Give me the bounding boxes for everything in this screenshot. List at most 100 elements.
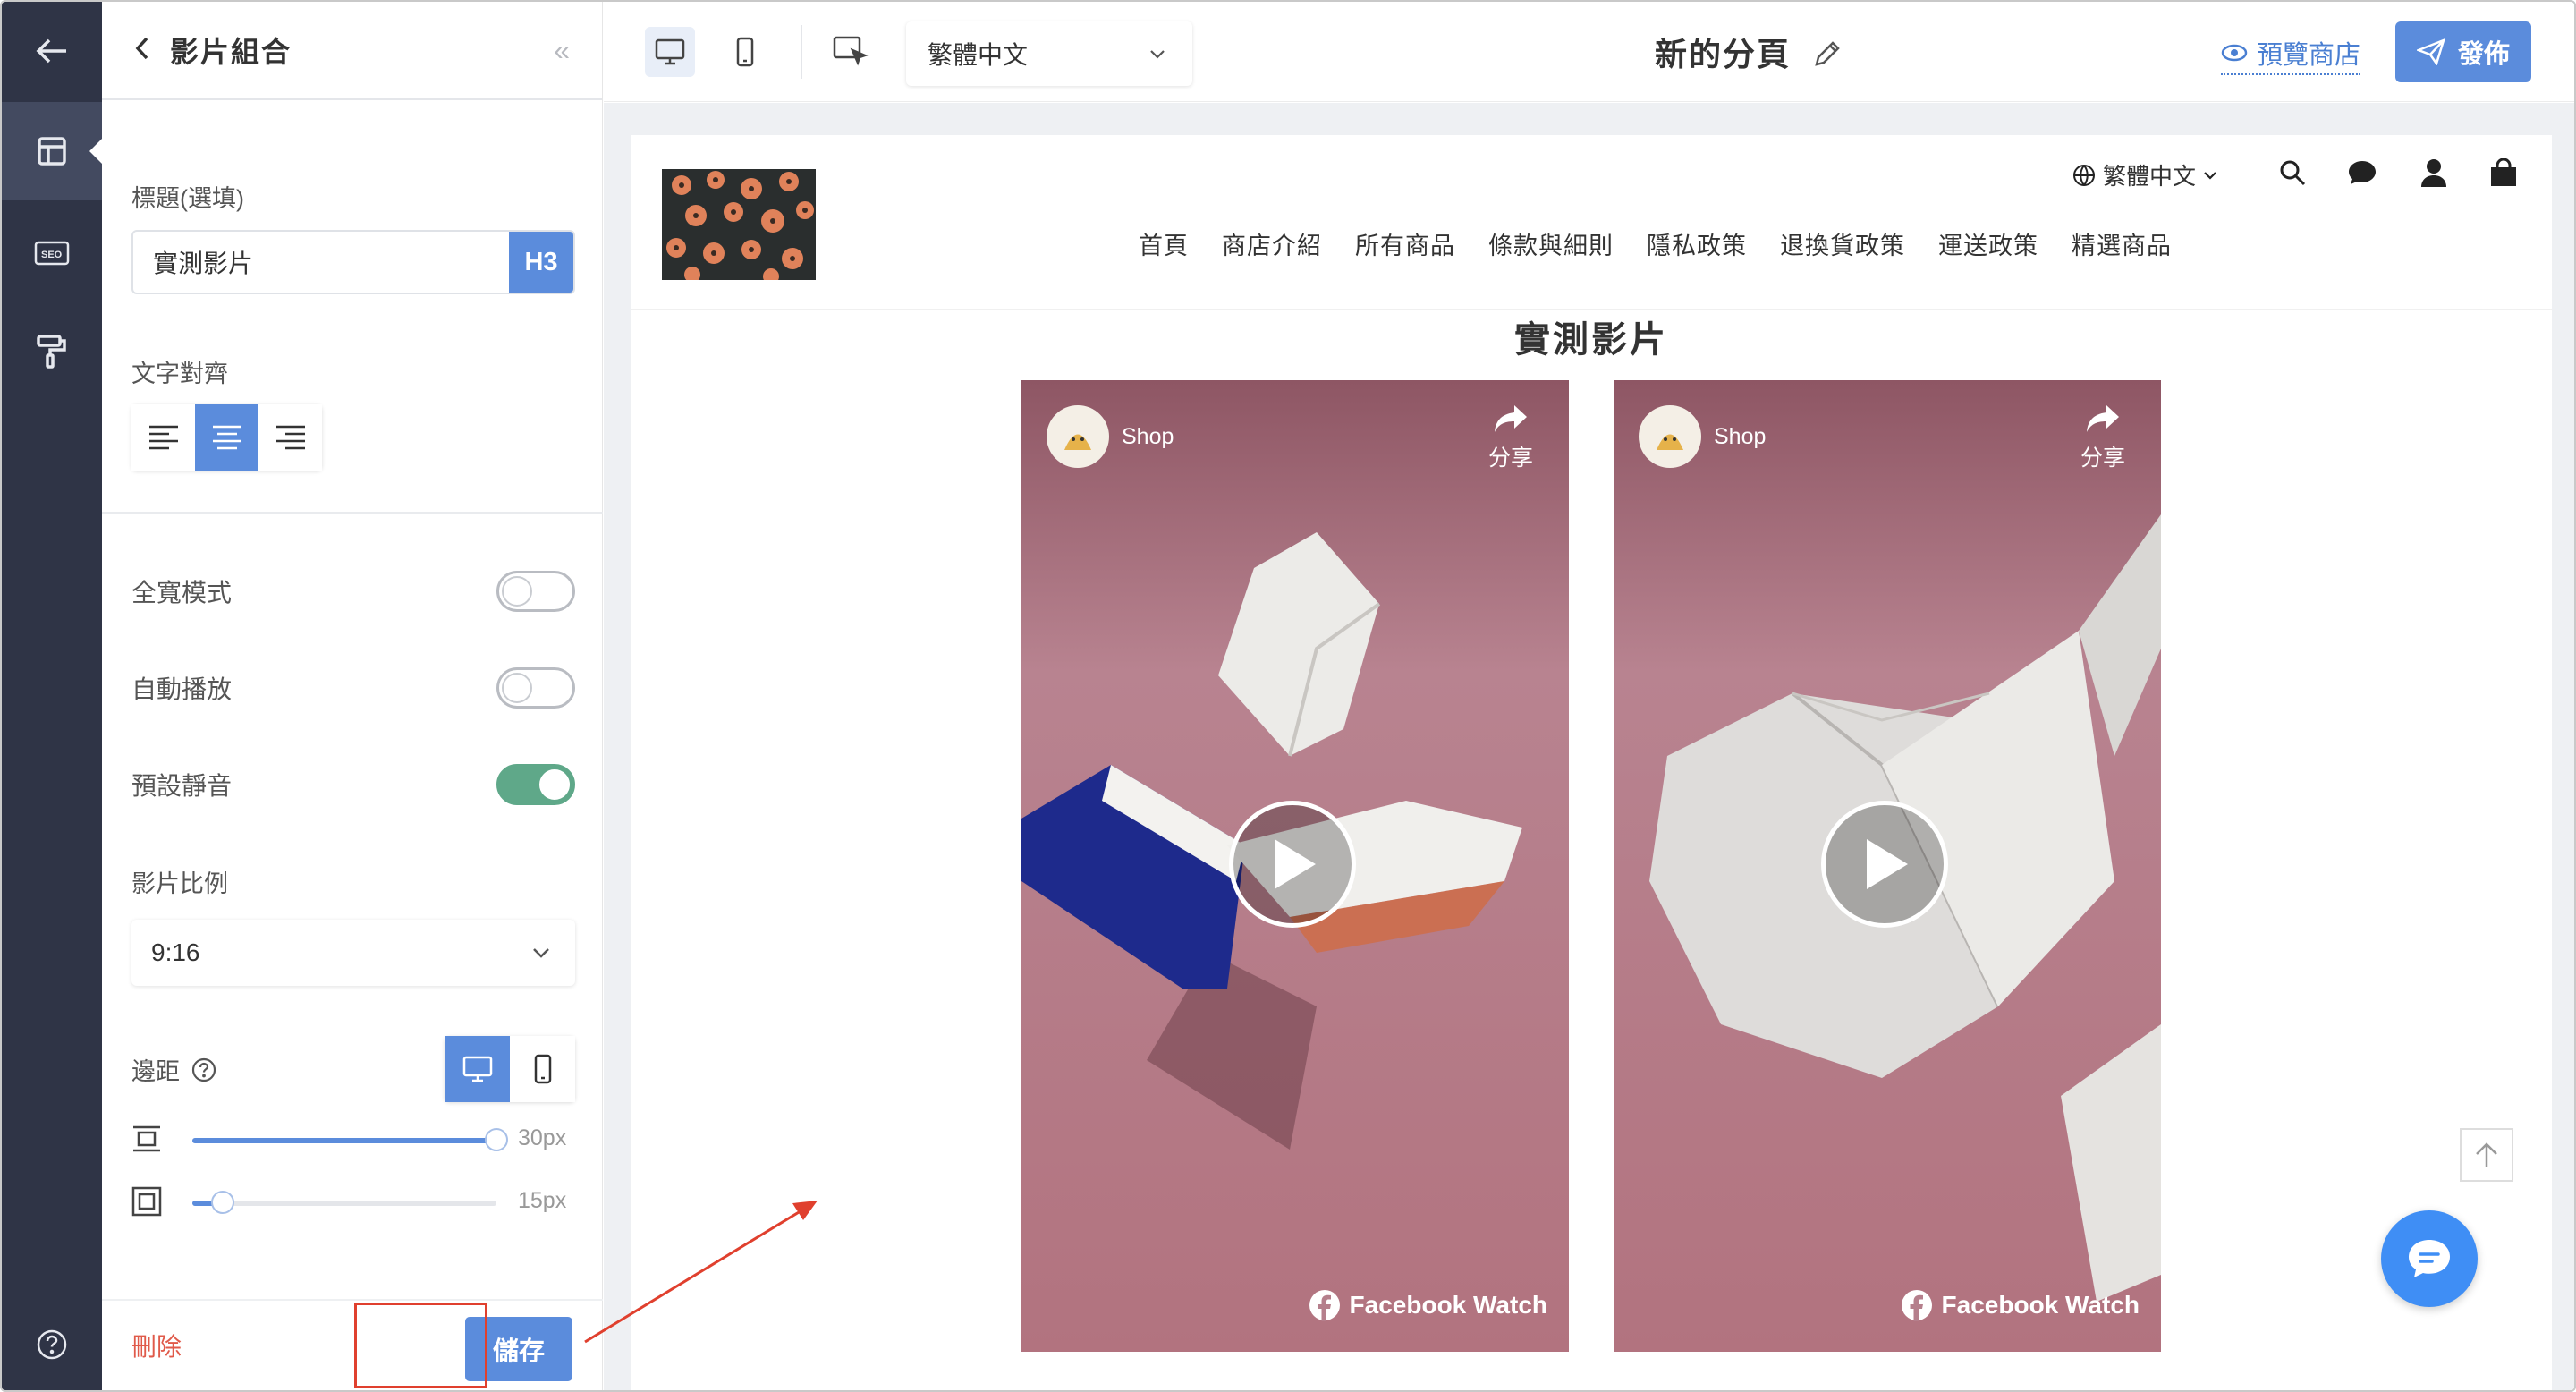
help-circle-icon[interactable]	[191, 1057, 217, 1083]
align-left-icon[interactable]	[131, 404, 195, 471]
language-value: 繁體中文	[928, 41, 1029, 69]
facebook-watch-label: Facebook Watch	[1349, 1291, 1547, 1319]
nav-item[interactable]: 條款與細則	[1488, 226, 1614, 261]
back-arrow-icon[interactable]	[2, 2, 102, 100]
search-icon[interactable]	[2275, 155, 2310, 191]
panel-footer: 刪除 儲存	[102, 1299, 603, 1390]
padding-value: 15px	[518, 1188, 567, 1213]
padding-slider-knob[interactable]	[211, 1191, 234, 1214]
send-icon	[2416, 38, 2445, 65]
panel-header: 影片組合 «	[102, 2, 602, 100]
play-button[interactable]	[1821, 801, 1948, 928]
site-preview: 繁體中文 首頁 商店介紹 所有商品 條款與細則 隱私政策 退換貨政策 運送政策 …	[631, 135, 2552, 1390]
margin-vertical-icon	[131, 1125, 162, 1158]
ratio-label: 影片比例	[131, 870, 228, 897]
margin-label: 邊距	[131, 1058, 180, 1085]
chat-bubble-icon	[2409, 1240, 2450, 1277]
toolbar-divider	[801, 25, 802, 79]
fullwidth-label: 全寬模式	[131, 579, 233, 607]
mobile-icon[interactable]	[510, 1036, 575, 1102]
facebook-icon	[1309, 1290, 1340, 1321]
chevron-down-icon	[2204, 171, 2216, 180]
share-arrow-icon	[1494, 405, 1527, 432]
nav-item[interactable]: 首頁	[1139, 226, 1189, 261]
play-icon	[1867, 839, 1908, 889]
mute-label: 預設靜音	[131, 772, 233, 800]
page-title[interactable]: 新的分頁	[1655, 36, 1791, 72]
device-segment	[445, 1036, 575, 1102]
eye-icon	[2221, 44, 2248, 62]
text-align-label: 文字對齊	[131, 361, 228, 387]
chevron-left-icon[interactable]	[134, 36, 170, 65]
share-label: 分享	[2080, 446, 2125, 471]
share-button[interactable]: 分享	[2080, 403, 2125, 472]
divider	[102, 512, 603, 514]
mute-toggle[interactable]	[496, 764, 575, 805]
channel-avatar[interactable]	[1046, 405, 1109, 468]
facebook-watch-label: Facebook Watch	[1941, 1291, 2140, 1319]
nav-item[interactable]: 退換貨政策	[1780, 226, 1905, 261]
nav-item[interactable]: 商店介紹	[1222, 226, 1322, 261]
paint-roller-icon[interactable]	[2, 302, 102, 401]
delete-button[interactable]: 刪除	[131, 1328, 182, 1363]
nav-item[interactable]: 運送政策	[1938, 226, 2038, 261]
layout-icon[interactable]	[2, 102, 102, 200]
nav-item[interactable]: 所有商品	[1355, 226, 1455, 261]
share-label: 分享	[1487, 446, 1533, 471]
nav-item[interactable]: 精選商品	[2072, 226, 2172, 261]
channel-name[interactable]: Shop	[1714, 424, 1766, 450]
publish-button[interactable]: 發佈	[2395, 21, 2531, 82]
heading-level-button[interactable]: H3	[509, 232, 573, 293]
desktop-view-icon[interactable]	[645, 27, 695, 77]
nav-item[interactable]: 隱私政策	[1647, 226, 1747, 261]
mobile-view-icon[interactable]	[720, 27, 770, 77]
language-select[interactable]: 繁體中文	[906, 21, 1192, 86]
editor-canvas: 繁體中文 首頁 商店介紹 所有商品 條款與細則 隱私政策 退換貨政策 運送政策 …	[604, 103, 2574, 1390]
shopping-bag-icon[interactable]	[2486, 155, 2521, 191]
margin-value: 30px	[518, 1125, 567, 1150]
autoplay-toggle[interactable]	[496, 667, 575, 709]
autoplay-row: 自動播放	[131, 667, 575, 709]
align-center-icon[interactable]	[195, 404, 258, 471]
preview-store-link[interactable]: 預覽商店	[2221, 34, 2361, 75]
back-to-top-button[interactable]	[2460, 1128, 2513, 1182]
store-logo[interactable]	[662, 169, 816, 280]
account-icon[interactable]	[2416, 155, 2452, 191]
heading-input[interactable]: 實測影片 H3	[131, 230, 575, 294]
edit-pencil-icon[interactable]	[1812, 38, 1843, 69]
channel-name[interactable]: Shop	[1122, 424, 1174, 450]
help-icon[interactable]	[2, 1295, 102, 1390]
padding-slider[interactable]	[192, 1191, 496, 1214]
mute-row: 預設靜音	[131, 764, 575, 805]
align-right-icon[interactable]	[258, 404, 322, 471]
chat-button[interactable]	[2381, 1210, 2478, 1307]
video-header: Shop	[1639, 405, 1766, 468]
app-window: SEO 影片組合 « 標題(選填) 實測影片 H3 文字對齊 全寬模式 自動播放…	[0, 0, 2576, 1392]
message-icon[interactable]	[2344, 155, 2380, 191]
heading-input-value[interactable]: 實測影片	[133, 244, 509, 280]
page-title-row: 新的分頁	[1498, 29, 1999, 75]
margin-slider[interactable]	[192, 1128, 508, 1151]
play-button[interactable]	[1229, 801, 1356, 928]
video-card[interactable]: Shop 分享 Facebook Watch	[1614, 380, 2161, 1352]
settings-panel: 影片組合 « 標題(選填) 實測影片 H3 文字對齊 全寬模式 自動播放 預設靜…	[102, 2, 603, 1390]
share-button[interactable]: 分享	[1488, 403, 1533, 472]
collapse-panel-icon[interactable]: «	[554, 34, 570, 67]
channel-avatar[interactable]	[1639, 405, 1701, 468]
fullwidth-toggle[interactable]	[496, 571, 575, 612]
video-card[interactable]: Shop 分享 Facebook Watch	[1021, 380, 1569, 1352]
fullwidth-row: 全寬模式	[131, 571, 575, 612]
top-toolbar: 繁體中文 新的分頁 預覽商店 發佈	[604, 2, 2574, 102]
select-cursor-icon[interactable]	[826, 27, 876, 77]
site-header: 繁體中文 首頁 商店介紹 所有商品 條款與細則 隱私政策 退換貨政策 運送政策 …	[631, 135, 2552, 310]
margin-slider-knob[interactable]	[485, 1128, 508, 1151]
store-language-selector[interactable]: 繁體中文	[2072, 158, 2217, 191]
panel-title: 影片組合	[170, 36, 292, 68]
share-arrow-icon	[2086, 405, 2119, 432]
facebook-icon	[1901, 1290, 1932, 1321]
store-language-value: 繁體中文	[2103, 163, 2197, 190]
video-section-title[interactable]: 實測影片	[631, 310, 2552, 362]
seo-icon[interactable]: SEO	[2, 204, 102, 302]
ratio-select[interactable]: 9:16	[131, 920, 575, 986]
desktop-icon[interactable]	[445, 1036, 510, 1102]
